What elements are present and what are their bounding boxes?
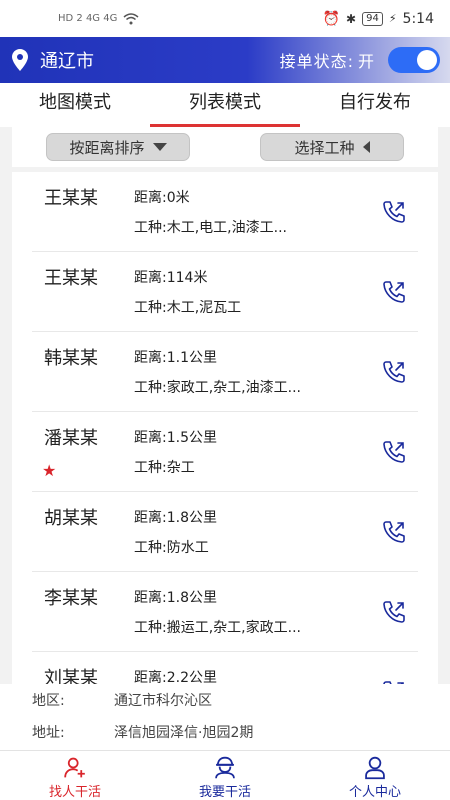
header-bar: 通辽市 接单状态: 开 (0, 37, 450, 83)
worker-name: 胡某某 (44, 508, 98, 529)
tab-list-mode[interactable]: 列表模式 (150, 83, 300, 127)
worker-list[interactable]: 王某某 距离:0米 工种:木工,电工,油漆工... 王某某 距离:114米 工种… (12, 172, 438, 684)
worker-distance: 距离:1.8公里 (134, 510, 217, 526)
user-add-icon (64, 757, 85, 778)
worker-trade: 工种:木工,电工,油漆工... (134, 220, 287, 236)
order-status-toggle[interactable] (388, 47, 440, 73)
caret-left-icon (362, 141, 370, 153)
worker-name: 李某某 (44, 588, 98, 609)
phone-call-icon[interactable] (380, 438, 408, 466)
region-line: 地区: 通辽市科尔沁区 (32, 684, 418, 716)
worker-trade: 工种:搬运工,杂工,家政工... (134, 620, 301, 636)
worker-distance: 距离:2.2公里 (134, 670, 217, 684)
list-item[interactable]: 胡某某 距离:1.8公里 工种:防水工 (32, 492, 418, 572)
nav-profile[interactable]: 个人中心 (300, 751, 450, 800)
nav-find-work[interactable]: 我要干活 (150, 751, 300, 800)
status-bar: HD 2 4G 4G ⏰ ✱ 94 ⚡ 5:14 (0, 0, 450, 37)
bottom-nav: 找人干活 我要干活 个人中心 (0, 750, 450, 800)
list-item[interactable]: 李某某 距离:1.8公里 工种:搬运工,杂工,家政工... (32, 572, 418, 652)
wifi-icon (123, 12, 139, 24)
worker-icon (215, 756, 235, 779)
bluetooth-icon: ✱ (346, 11, 357, 26)
worker-name: 韩某某 (44, 348, 98, 369)
address-value: 泽信旭园泽信·旭园2期 (114, 725, 254, 741)
worker-trade: 工种:木工,泥瓦工 (134, 300, 242, 316)
order-status-label: 接单状态: (279, 52, 354, 71)
filter-bar: 按距离排序 选择工种 (12, 127, 438, 167)
nav-find-workers[interactable]: 找人干活 (0, 751, 150, 800)
worker-name: 王某某 (44, 268, 98, 289)
caret-down-icon (152, 143, 167, 151)
phone-call-icon[interactable] (380, 198, 408, 226)
tab-self-publish[interactable]: 自行发布 (300, 83, 450, 127)
select-trade-button[interactable]: 选择工种 (260, 133, 404, 161)
region-value: 通辽市科尔沁区 (114, 693, 212, 709)
user-icon (365, 756, 385, 780)
worker-name: 潘某某 (44, 428, 98, 449)
alarm-icon: ⏰ (322, 10, 341, 27)
sort-by-distance-button[interactable]: 按距离排序 (46, 133, 190, 161)
list-item[interactable]: 王某某 距离:0米 工种:木工,电工,油漆工... (32, 172, 418, 252)
phone-call-icon[interactable] (380, 598, 408, 626)
city-selector[interactable]: 通辽市 (40, 47, 94, 73)
nav-find-workers-label: 找人干活 (48, 785, 101, 800)
worker-trade: 工种:家政工,杂工,油漆工... (134, 380, 301, 396)
charging-icon: ⚡ (388, 12, 397, 25)
worker-distance: 距离:114米 (134, 270, 208, 286)
list-item[interactable]: 刘某某 距离:2.2公里 (32, 652, 418, 684)
trade-filter-label: 选择工种 (294, 138, 355, 157)
worker-distance: 距离:1.1公里 (134, 350, 217, 366)
order-status-value: 开 (357, 52, 374, 71)
mode-tabs: 地图模式 列表模式 自行发布 (0, 83, 450, 127)
phone-call-icon[interactable] (380, 518, 408, 546)
list-item[interactable]: 韩某某 距离:1.1公里 工种:家政工,杂工,油漆工... (32, 332, 418, 412)
worker-name: 刘某某 (44, 668, 98, 684)
phone-call-icon[interactable] (380, 278, 408, 306)
worker-distance: 距离:1.8公里 (134, 590, 217, 606)
worker-distance: 距离:1.5公里 (134, 430, 217, 446)
nav-find-work-label: 我要干活 (198, 785, 251, 800)
location-info: 地区: 通辽市科尔沁区 地址: 泽信旭园泽信·旭园2期 (0, 684, 450, 750)
toggle-knob (417, 50, 437, 70)
battery-icon: 94 (362, 11, 383, 26)
worker-trade: 工种:防水工 (134, 540, 209, 556)
worker-trade: 工种:杂工 (134, 460, 195, 476)
address-line: 地址: 泽信旭园泽信·旭园2期 (32, 716, 418, 748)
list-item[interactable]: 王某某 距离:114米 工种:木工,泥瓦工 (32, 252, 418, 332)
star-icon: ★ (42, 461, 57, 480)
address-label: 地址: (32, 725, 65, 741)
location-pin-icon[interactable] (10, 48, 30, 72)
phone-call-icon[interactable] (380, 358, 408, 386)
tab-map-mode[interactable]: 地图模式 (0, 83, 150, 127)
worker-distance: 距离:0米 (134, 190, 190, 206)
sort-label: 按距离排序 (69, 138, 145, 157)
list-item[interactable]: 潘某某 ★ 距离:1.5公里 工种:杂工 (32, 412, 418, 492)
signal-indicators: HD 2 4G 4G (58, 12, 139, 25)
signal-indicator-text: HD 2 4G 4G (58, 13, 118, 24)
nav-profile-label: 个人中心 (348, 785, 401, 800)
worker-name: 王某某 (44, 188, 98, 209)
clock: 5:14 (402, 10, 434, 27)
region-label: 地区: (32, 693, 65, 709)
